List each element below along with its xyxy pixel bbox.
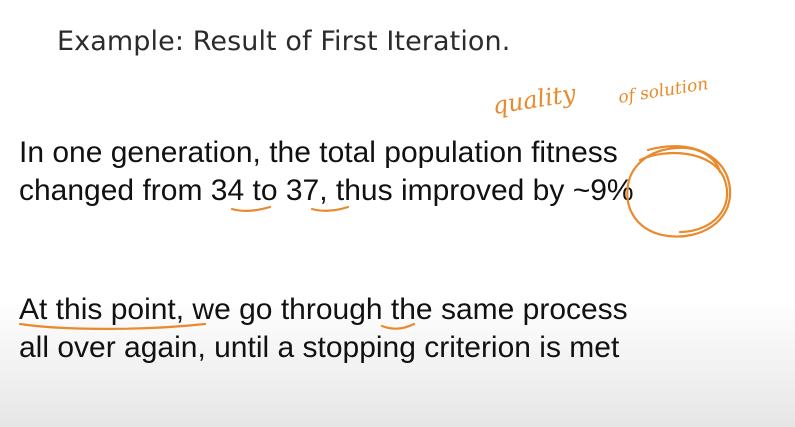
slide-title: Example: Result of First Iteration. — [57, 26, 511, 57]
fitness-to-value: 37 — [285, 174, 320, 207]
paragraph-line: changed from 34 to 37, thus improved by … — [19, 172, 634, 210]
paragraph-line: In one generation, the total population … — [19, 136, 618, 169]
paragraph-fitness-result: In one generation, the total population … — [19, 134, 634, 210]
text-segment: to — [244, 174, 286, 207]
handwritten-annotation-quality: quality — [490, 79, 578, 120]
circle-annotation — [638, 151, 729, 234]
text-segment: changed from — [19, 174, 211, 207]
paragraph-line: At this point, we go through the same pr… — [19, 291, 628, 329]
text-segment: , thus improved by — [319, 174, 573, 207]
text-segment: , we go through the same process — [175, 293, 628, 326]
underlined-phrase: At this point — [19, 293, 176, 326]
improvement-value: ~9% — [572, 174, 634, 207]
paragraph-repeat-process: At this point, we go through the same pr… — [19, 291, 628, 367]
circle-annotation — [626, 145, 732, 238]
slide: Example: Result of First Iteration. In o… — [0, 0, 795, 427]
paragraph-line: all over again, until a stopping criteri… — [19, 331, 620, 364]
fitness-from-value: 34 — [210, 174, 245, 207]
handwritten-annotation-of-solution: of solution — [616, 74, 710, 108]
